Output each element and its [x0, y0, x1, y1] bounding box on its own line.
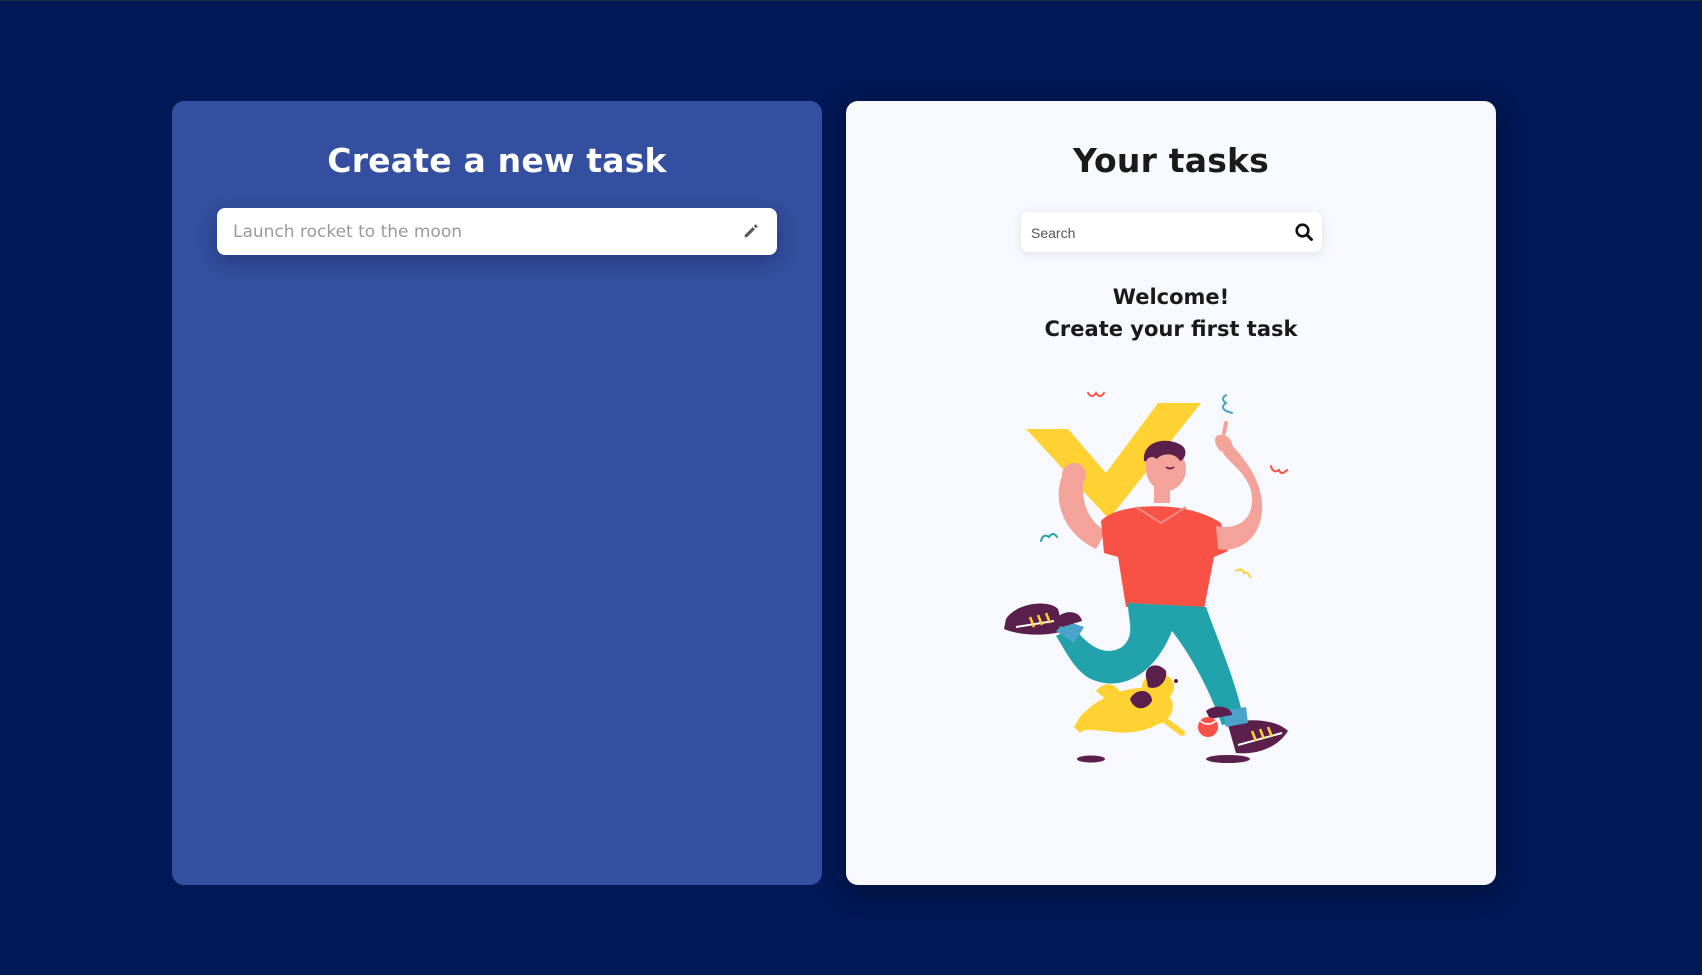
create-task-title: Create a new task	[327, 141, 667, 180]
pencil-icon[interactable]	[742, 222, 760, 240]
search-icon[interactable]	[1294, 222, 1314, 242]
welcome-message: Welcome! Create your first task	[846, 281, 1496, 345]
create-task-panel: Create a new task	[172, 101, 822, 885]
search-input[interactable]	[1029, 212, 1283, 254]
task-input-container	[217, 208, 777, 259]
welcome-heading: Welcome!	[1112, 285, 1230, 309]
new-task-input[interactable]	[233, 208, 713, 259]
empty-state-illustration	[1004, 391, 1288, 763]
search-container	[1021, 212, 1322, 254]
welcome-subheading: Create your first task	[1044, 317, 1298, 341]
tasks-title: Your tasks	[1072, 141, 1270, 180]
tasks-panel: Your tasks Welcome! Create your first ta…	[846, 101, 1496, 885]
